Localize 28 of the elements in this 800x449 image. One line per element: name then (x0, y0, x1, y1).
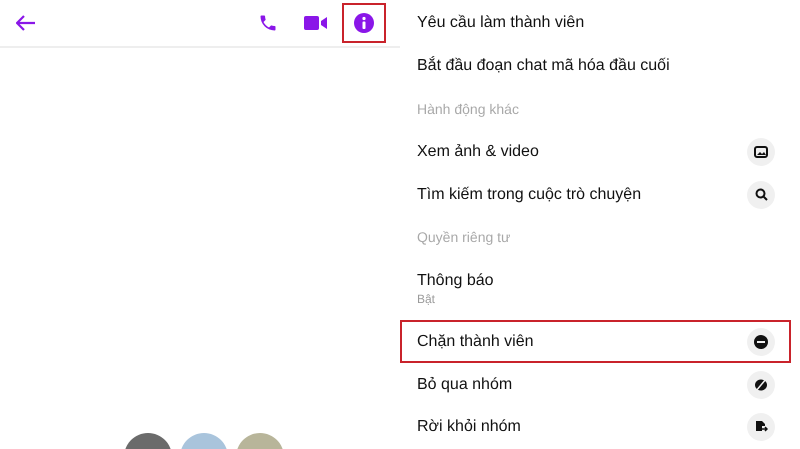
exit-icon (747, 413, 775, 442)
photo-icon (747, 138, 775, 166)
menu-item[interactable]: Yêu cầu làm thành viên (417, 14, 584, 32)
menu-item[interactable]: Bỏ qua nhóm (417, 376, 512, 394)
back-icon[interactable] (16, 15, 36, 31)
menu-item[interactable]: Chặn thành viên (417, 332, 534, 351)
menu-item[interactable]: Thông báo (417, 272, 800, 290)
video-camera-icon (304, 15, 328, 31)
menu-row[interactable]: Yêu cầu làm thành viên (400, 2, 791, 45)
menu-row[interactable]: Tìm kiếm trong cuộc trò chuyện (400, 173, 791, 216)
menu-row[interactable]: Bắt đầu đoạn chat mã hóa đầu cuối (400, 44, 791, 88)
section-heading: Hành động khác (416, 100, 520, 120)
info-icon (354, 13, 374, 33)
menu-row[interactable]: Rời khỏi nhóm (400, 406, 791, 449)
menu-item[interactable]: Bắt đầu đoạn chat mã hóa đầu cuối (417, 57, 670, 76)
phone-icon (258, 13, 278, 33)
menu-item[interactable]: Tìm kiếm trong cuộc trò chuyện (417, 186, 642, 204)
setting-status: Bật (417, 292, 436, 306)
menu-row[interactable]: Chặn thành viên (400, 320, 791, 364)
menu-item[interactable]: Rời khỏi nhóm (417, 418, 521, 436)
muted-icon (747, 370, 775, 399)
section-heading: Quyền riêng tư (416, 228, 512, 248)
menu-row[interactable]: Bỏ qua nhóm (400, 363, 791, 406)
menu-row[interactable]: Xem ảnh & video (400, 130, 791, 174)
info-button[interactable] (342, 3, 386, 43)
search-icon (747, 180, 775, 209)
menu-item[interactable]: Xem ảnh & video (417, 142, 539, 161)
block-icon (747, 328, 775, 356)
